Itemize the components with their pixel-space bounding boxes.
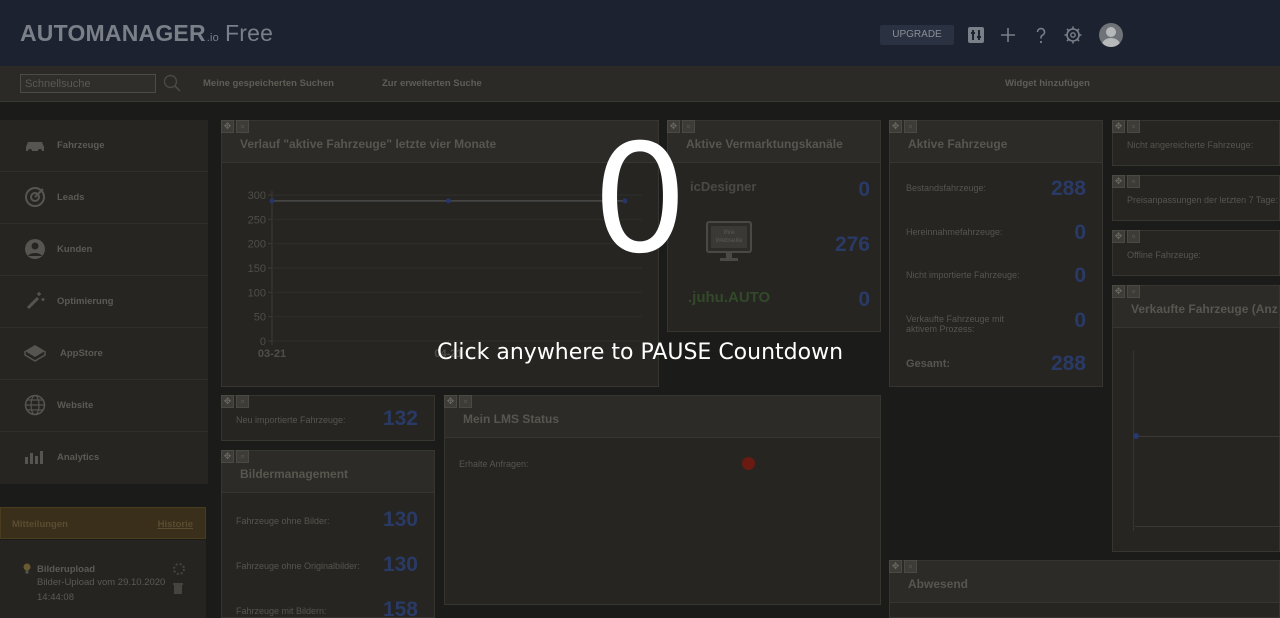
pause-message: Click anywhere to PAUSE Countdown — [436, 340, 844, 365]
app: AUTOMANAGER.ioFree UPGRADE Meine gespeic… — [0, 0, 1280, 618]
countdown-overlay[interactable]: 0 Click anywhere to PAUSE Countdown — [0, 0, 1280, 618]
countdown-number: 0 — [592, 113, 688, 287]
